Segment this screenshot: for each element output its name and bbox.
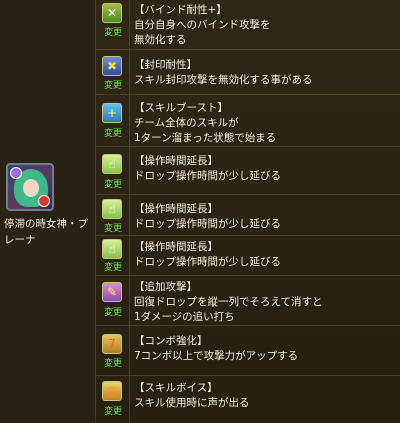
extend-time-icon: ☝ [102,154,122,174]
awakening-text: 【コンボ強化】 7コンボ以上で攻撃力がアップする [134,334,394,364]
awakening-title: 【追加攻撃】 [134,281,197,293]
awakening-desc: 7コンボ以上で攻撃力がアップする [134,350,299,362]
awakening-row: + 変更 【スキルブースト】 チーム全体のスキルが 1ターン溜まった状態で始まる [96,94,400,147]
awakening-desc: チーム全体のスキルが [134,117,239,129]
awakening-text: 【スキルブースト】 チーム全体のスキルが 1ターン溜まった状態で始まる [134,101,394,146]
awakening-desc: ドロップ操作時間が少し延びる [134,218,281,230]
skill-voice-icon: ◎ [102,381,122,401]
change-link[interactable]: 変更 [100,180,126,190]
monster-portrait[interactable] [6,163,54,211]
awakening-desc: 1ダメージの追い打ち [134,311,235,323]
awakening-title: 【コンボ強化】 [134,335,208,347]
skill-boost-icon: + [102,103,122,123]
awakening-desc: ドロップ操作時間が少し延びる [134,170,281,182]
awakening-title: 【スキルボイス】 [134,382,218,394]
awakening-title: 【スキルブースト】 [134,102,228,114]
awakening-title: 【操作時間延長】 [134,241,218,253]
attribute-orb-icon [10,167,22,179]
bind-resist-plus-icon: ✕ [102,3,122,23]
awakening-desc: 自分自身へのバインド攻撃を [134,19,271,31]
awakening-row: ✎ 変更 【追加攻撃】 回復ドロップを縦一列でそろえて消すと 1ダメージの追い打… [96,275,400,326]
change-link[interactable]: 変更 [100,308,126,318]
awakening-text: 【操作時間延長】 ドロップ操作時間が少し延びる [134,202,394,232]
awakening-icon-cell: ✕ 変更 [96,0,130,50]
awakening-icon-cell: + 変更 [96,95,130,147]
awakening-text: 【封印耐性】 スキル封印攻撃を無効化する事がある [134,58,394,88]
change-link[interactable]: 変更 [100,28,126,38]
awakening-row: 7 変更 【コンボ強化】 7コンボ以上で攻撃力がアップする [96,325,400,376]
awakening-desc: スキル使用時に声が出る [134,397,250,409]
awakening-row: ☝ 変更 【操作時間延長】 ドロップ操作時間が少し延びる [96,235,400,276]
extend-time-icon: ☝ [102,199,122,219]
seal-resist-icon: ✖ [102,56,122,76]
awakening-desc: 回復ドロップを縦一列でそろえて消すと [134,296,323,308]
awakening-row: ☝ 変更 【操作時間延長】 ドロップ操作時間が少し延びる [96,194,400,236]
combo-enhance-icon: 7 [102,334,122,354]
extend-time-icon: ☝ [102,239,122,259]
awakening-text: 【追加攻撃】 回復ドロップを縦一列でそろえて消すと 1ダメージの追い打ち [134,280,394,325]
awakening-icon-cell: ✎ 変更 [96,276,130,326]
awakening-desc: 1ターン溜まった状態で始まる [134,132,277,144]
awakening-icon-cell: ☝ 変更 [96,236,130,276]
monster-badge-icon [38,195,50,207]
awakening-icon-cell: ☝ 変更 [96,195,130,236]
portrait-face [23,179,39,197]
awakening-icon-cell: ✖ 変更 [96,50,130,95]
monster-column: 停滞の時女神・プレーナ [0,0,96,422]
change-link[interactable]: 変更 [100,224,126,234]
awakening-skill-table: 停滞の時女神・プレーナ ✕ 変更 【バインド耐性+】 自分自身へのバインド攻撃を… [0,0,400,423]
change-link[interactable]: 変更 [100,407,126,417]
awakening-text: 【操作時間延長】 ドロップ操作時間が少し延びる [134,154,394,184]
awakening-row: ✕ 変更 【バインド耐性+】 自分自身へのバインド攻撃を 無効化する [96,0,400,50]
awakening-icon-cell: ◎ 変更 [96,376,130,423]
awakening-icon-cell: 7 変更 [96,326,130,376]
awakening-title: 【封印耐性】 [134,59,197,71]
awakening-text: 【バインド耐性+】 自分自身へのバインド攻撃を 無効化する [134,3,394,48]
awakening-title: 【バインド耐性+】 [134,4,227,16]
change-link[interactable]: 変更 [100,129,126,139]
awakening-title: 【操作時間延長】 [134,203,218,215]
awakening-icon-cell: ☝ 変更 [96,147,130,195]
awakening-row: ✖ 変更 【封印耐性】 スキル封印攻撃を無効化する事がある [96,49,400,95]
change-link[interactable]: 変更 [100,81,126,91]
change-link[interactable]: 変更 [100,263,126,273]
additional-attack-icon: ✎ [102,282,122,302]
awakening-desc: 無効化する [134,34,187,46]
awakening-title: 【操作時間延長】 [134,155,218,167]
awakening-row: ☝ 変更 【操作時間延長】 ドロップ操作時間が少し延びる [96,146,400,195]
monster-name: 停滞の時女神・プレーナ [4,218,88,246]
awakening-text: 【操作時間延長】 ドロップ操作時間が少し延びる [134,240,394,270]
awakening-text: 【スキルボイス】 スキル使用時に声が出る [134,381,394,411]
awakening-desc: スキル封印攻撃を無効化する事がある [134,74,313,86]
awakening-desc: ドロップ操作時間が少し延びる [134,256,281,268]
awakening-row: ◎ 変更 【スキルボイス】 スキル使用時に声が出る [96,375,400,423]
change-link[interactable]: 変更 [100,359,126,369]
